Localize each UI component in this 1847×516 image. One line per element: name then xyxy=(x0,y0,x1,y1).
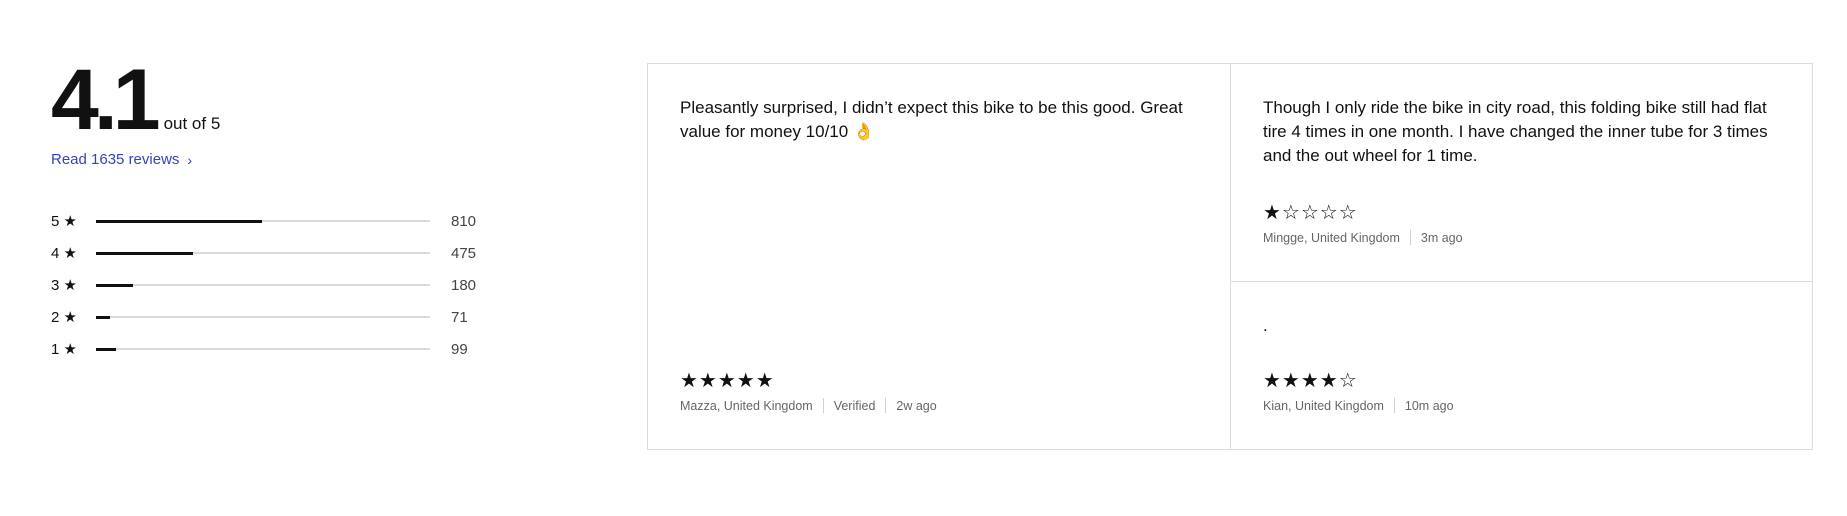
distribution-count: 99 xyxy=(451,340,468,358)
reviews-section: 4.1 out of 5 Read 1635 reviews › 5 ★ 810… xyxy=(0,0,1847,516)
distribution-row-2: 2 ★ 71 xyxy=(51,301,491,333)
distribution-count: 810 xyxy=(451,212,477,230)
star-rating-icon: ★☆☆☆☆ xyxy=(1263,202,1358,224)
distribution-row-1: 1 ★ 99 xyxy=(51,333,491,365)
read-reviews-link[interactable]: Read 1635 reviews › xyxy=(51,151,192,168)
distribution-bar-track xyxy=(96,251,430,255)
review-author: Mingge, United Kingdom xyxy=(1263,230,1400,245)
meta-divider xyxy=(822,398,824,413)
review-footer: ★★★★★ Mazza, United Kingdom Verified 2w … xyxy=(680,370,937,413)
distribution-bar-fill xyxy=(96,315,111,319)
review-text: Pleasantly surprised, I didn’t expect th… xyxy=(680,98,1183,141)
review-meta: Mazza, United Kingdom Verified 2w ago xyxy=(680,398,937,413)
review-meta: Kian, United Kingdom 10m ago xyxy=(1263,398,1454,413)
distribution-bar-fill xyxy=(96,347,117,351)
rating-distribution: 5 ★ 810 4 ★ 475 3 ★ 180 2 ★ 71 1 ★ 99 xyxy=(51,205,491,365)
review-author: Kian, United Kingdom xyxy=(1263,398,1384,413)
chevron-right-icon: › xyxy=(187,151,193,168)
review-text: . xyxy=(1263,316,1268,335)
meta-divider xyxy=(1409,230,1411,245)
review-cards: Pleasantly surprised, I didn’t expect th… xyxy=(647,63,1813,450)
distribution-bar-track xyxy=(96,283,430,287)
distribution-row-5: 5 ★ 810 xyxy=(51,205,491,237)
review-author: Mazza, United Kingdom xyxy=(680,398,813,413)
distribution-count: 71 xyxy=(451,308,468,326)
review-card[interactable]: Pleasantly surprised, I didn’t expect th… xyxy=(648,64,1231,449)
read-reviews-label: Read 1635 reviews xyxy=(51,151,180,168)
review-text: Though I only ride the bike in city road… xyxy=(1263,98,1768,165)
distribution-bar-track xyxy=(96,347,430,351)
average-score: 4.1 xyxy=(51,52,161,148)
distribution-label: 1 ★ xyxy=(51,341,77,358)
score-out-of: out of 5 xyxy=(163,114,221,133)
distribution-label: 5 ★ xyxy=(51,213,77,230)
distribution-count: 475 xyxy=(451,244,477,262)
review-footer: ★★★★☆ Kian, United Kingdom 10m ago xyxy=(1263,370,1454,413)
review-meta: Mingge, United Kingdom 3m ago xyxy=(1263,230,1463,245)
review-footer: ★☆☆☆☆ Mingge, United Kingdom 3m ago xyxy=(1263,202,1463,245)
distribution-row-3: 3 ★ 180 xyxy=(51,269,491,301)
distribution-bar-fill xyxy=(96,219,262,223)
review-card[interactable]: . ★★★★☆ Kian, United Kingdom 10m ago xyxy=(1231,282,1812,449)
review-card[interactable]: Though I only ride the bike in city road… xyxy=(1231,64,1812,282)
rating-summary: 4.1 out of 5 Read 1635 reviews › 5 ★ 810… xyxy=(51,52,491,365)
distribution-bar-fill xyxy=(96,251,194,255)
star-rating-icon: ★★★★★ xyxy=(680,370,775,392)
verified-badge: Verified xyxy=(833,398,876,413)
meta-divider xyxy=(885,398,887,413)
meta-divider xyxy=(1393,398,1395,413)
distribution-count: 180 xyxy=(451,276,477,294)
score-line: 4.1 out of 5 xyxy=(51,52,491,148)
review-time: 3m ago xyxy=(1420,230,1463,245)
star-rating-icon: ★★★★☆ xyxy=(1263,370,1358,392)
distribution-label: 2 ★ xyxy=(51,309,77,326)
distribution-label: 4 ★ xyxy=(51,245,77,262)
distribution-bar-fill xyxy=(96,283,133,287)
distribution-label: 3 ★ xyxy=(51,277,77,294)
distribution-bar-track xyxy=(96,315,430,319)
review-time: 10m ago xyxy=(1404,398,1454,413)
distribution-bar-track xyxy=(96,219,430,223)
distribution-row-4: 4 ★ 475 xyxy=(51,237,491,269)
review-time: 2w ago xyxy=(896,398,937,413)
review-column: Though I only ride the bike in city road… xyxy=(1231,64,1812,449)
